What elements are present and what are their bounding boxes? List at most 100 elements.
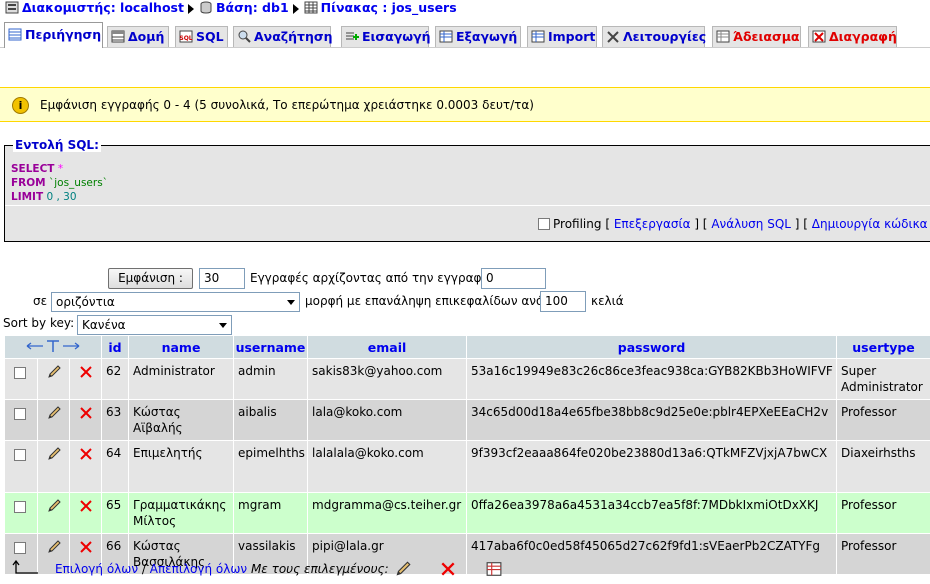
- cell-name[interactable]: Κώστας Αϊβαλής: [128, 399, 235, 441]
- pencil-icon[interactable]: [46, 406, 62, 420]
- row-checkbox[interactable]: [13, 542, 26, 554]
- column-arrows-icon[interactable]: [23, 339, 83, 353]
- cell-id[interactable]: 65: [101, 492, 130, 534]
- cell-usertype[interactable]: Professor: [836, 492, 930, 534]
- check-all-link[interactable]: Επιλογή όλων: [55, 562, 138, 576]
- cell-usertype[interactable]: Diaxeirhsths: [836, 440, 930, 493]
- delete-icon[interactable]: [79, 406, 93, 420]
- tab-label: Import: [548, 29, 596, 44]
- sort-key-select[interactable]: Κανένα: [77, 315, 232, 335]
- sort-link[interactable]: usertype: [852, 340, 915, 355]
- tab-label: Άδειασμα: [733, 29, 800, 44]
- sort-link[interactable]: name: [162, 340, 201, 355]
- delete-icon[interactable]: [79, 365, 93, 379]
- edit-sql-link[interactable]: Επεξεργασία: [614, 217, 691, 231]
- records-from-label: Εγγραφές αρχίζοντας από την εγγραφή: [250, 271, 490, 285]
- pencil-icon[interactable]: [394, 561, 412, 577]
- export-icon[interactable]: [486, 561, 502, 577]
- tab-label: Διαγραφή: [829, 29, 897, 44]
- delete-icon[interactable]: [440, 561, 456, 577]
- cell-email[interactable]: lala@koko.com: [307, 399, 468, 441]
- pencil-icon[interactable]: [46, 365, 62, 379]
- rows-count-input[interactable]: 30: [199, 268, 245, 289]
- create-php-link[interactable]: Δημιουργία κώδικα PHP: [812, 217, 930, 231]
- separator: /: [141, 562, 146, 576]
- tab-label: Δομή: [128, 29, 165, 44]
- display-mode-select[interactable]: οριζόντια: [51, 292, 300, 312]
- column-header-name[interactable]: name: [128, 335, 235, 359]
- tab-search[interactable]: Αναζήτηση: [233, 26, 333, 47]
- delete-icon[interactable]: [79, 447, 93, 461]
- table-row[interactable]: 62 Administrator admin sakis83k@yahoo.co…: [4, 358, 930, 400]
- column-header-email[interactable]: email: [307, 335, 468, 359]
- table-link[interactable]: Πίνακας : jos_users: [321, 0, 457, 15]
- tab-structure[interactable]: Δομή: [107, 26, 169, 47]
- cell-username[interactable]: epimelhths: [233, 440, 309, 493]
- profiling-checkbox[interactable]: [538, 218, 550, 230]
- cell-username[interactable]: aibalis: [233, 399, 309, 441]
- tab-browse[interactable]: Περιήγηση: [4, 22, 103, 48]
- cell-name[interactable]: Administrator: [128, 358, 235, 400]
- delete-icon[interactable]: [79, 540, 93, 554]
- uncheck-all-link[interactable]: Απεπιλογή όλων: [150, 562, 247, 576]
- database-icon: [200, 1, 212, 14]
- tab-export[interactable]: Εξαγωγή: [435, 26, 521, 47]
- profiling-label: Profiling: [553, 217, 602, 231]
- cell-username[interactable]: mgram: [233, 492, 309, 534]
- tab-empty[interactable]: Άδειασμα: [712, 26, 801, 47]
- cell-id[interactable]: 63: [101, 399, 130, 441]
- tab-drop[interactable]: Διαγραφή: [808, 26, 897, 47]
- sort-link[interactable]: email: [368, 340, 407, 355]
- cell-password[interactable]: 9f393cf2eaaa864fe020be23880d13a6:QTkMFZV…: [466, 440, 838, 493]
- cell-password[interactable]: 0ffa26ea3978a6a4531a34ccb7ea5f8f:7MDbkIx…: [466, 492, 838, 534]
- sort-link[interactable]: password: [618, 340, 686, 355]
- row-checkbox[interactable]: [13, 408, 26, 420]
- sort-link[interactable]: id: [108, 340, 121, 355]
- pencil-icon[interactable]: [46, 540, 62, 554]
- cell-id[interactable]: 64: [101, 440, 130, 493]
- pencil-icon[interactable]: [46, 499, 62, 513]
- cell-usertype[interactable]: Super Administrator: [836, 358, 930, 400]
- column-header-usertype[interactable]: usertype: [836, 335, 930, 359]
- cell-usertype[interactable]: Professor: [836, 399, 930, 441]
- cell-name[interactable]: Επιμελητής: [128, 440, 235, 493]
- show-button[interactable]: Εμφάνιση :: [108, 268, 193, 289]
- table-row[interactable]: 64 Επιμελητής epimelhths lalalala@koko.c…: [4, 440, 930, 493]
- sql-legend: Εντολή SQL:: [13, 138, 101, 152]
- repeat-headers-input[interactable]: 100: [540, 291, 586, 312]
- column-header-id[interactable]: id: [101, 335, 130, 359]
- breadcrumb-arrow-icon: [187, 3, 194, 14]
- row-checkbox[interactable]: [13, 367, 26, 379]
- database-link[interactable]: Βάση: db1: [216, 0, 289, 15]
- table-row[interactable]: 65 Γραμματικάκης Μίλτος mgram mdgramma@c…: [4, 492, 930, 534]
- cell-name[interactable]: Γραμματικάκης Μίλτος: [128, 492, 235, 534]
- sql-code: SELECT * FROM `jos_users` LIMIT 0 , 30: [11, 162, 108, 204]
- tab-operations[interactable]: Λειτουργίες: [602, 26, 706, 47]
- cell-password[interactable]: 53a16c19949e83c26c86ce3feac938ca:GYB82KB…: [466, 358, 838, 400]
- cell-email[interactable]: lalalala@koko.com: [307, 440, 468, 493]
- notice-text: Εμφάνιση εγγραφής 0 - 4 (5 συνολικά, Το …: [40, 98, 534, 112]
- tab-bar: Περιήγηση Δομή SQL SQL Αναζήτηση Εισαγωγή…: [0, 22, 930, 48]
- delete-icon[interactable]: [79, 499, 93, 513]
- tab-insert[interactable]: Εισαγωγή: [341, 26, 431, 47]
- start-record-input[interactable]: 0: [481, 268, 546, 289]
- tab-sql[interactable]: SQL SQL: [175, 26, 228, 47]
- tab-label: Περιήγηση: [25, 27, 102, 42]
- cell-password[interactable]: 34c65d00d18a4e65fbe38bb8c9d25e0e:pblr4EP…: [466, 399, 838, 441]
- tab-import[interactable]: Import: [527, 26, 597, 47]
- tab-label: Εξαγωγή: [456, 29, 518, 44]
- table-row[interactable]: 63 Κώστας Αϊβαλής aibalis lala@koko.com …: [4, 399, 930, 441]
- pencil-icon[interactable]: [46, 447, 62, 461]
- cell-email[interactable]: sakis83k@yahoo.com: [307, 358, 468, 400]
- column-header-username[interactable]: username: [233, 335, 309, 359]
- column-header-password[interactable]: password: [466, 335, 838, 359]
- cell-id[interactable]: 62: [101, 358, 130, 400]
- row-checkbox[interactable]: [13, 501, 26, 513]
- cell-username[interactable]: admin: [233, 358, 309, 400]
- row-checkbox[interactable]: [13, 449, 26, 461]
- explain-sql-link[interactable]: Ανάλυση SQL: [711, 217, 791, 231]
- table-header-row: id name username email password usertype: [3, 335, 930, 359]
- sort-link[interactable]: username: [236, 340, 306, 355]
- server-link[interactable]: Διακομιστής: localhost: [22, 0, 184, 15]
- cell-email[interactable]: mdgramma@cs.teiher.gr: [307, 492, 468, 534]
